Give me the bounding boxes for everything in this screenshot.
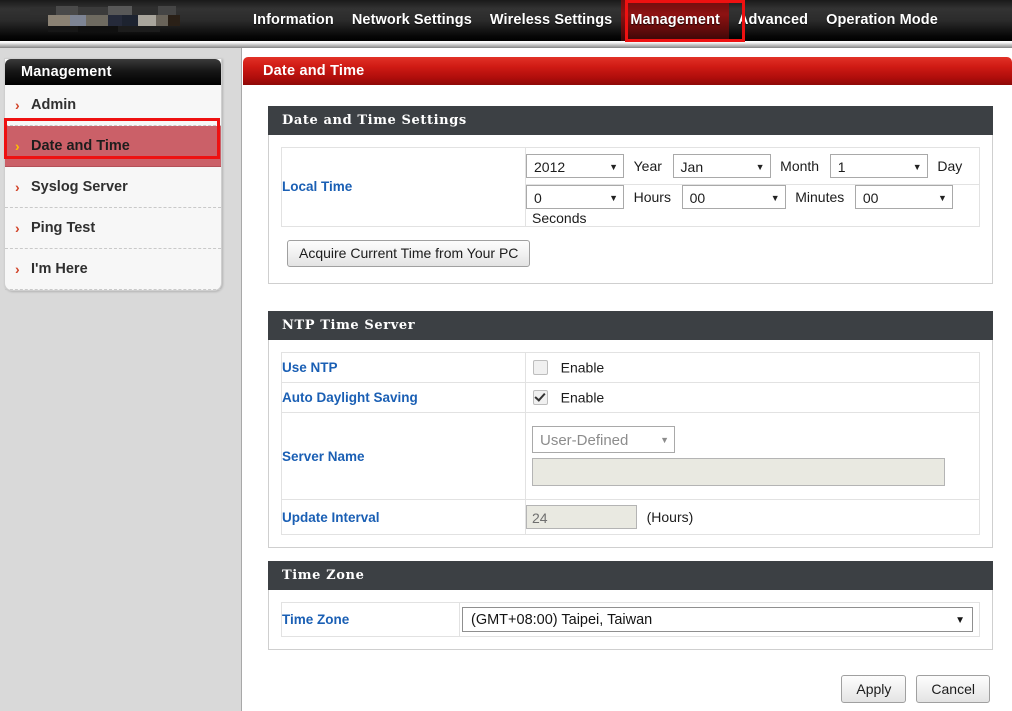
- auto-daylight-saving-checkbox[interactable]: [533, 390, 548, 406]
- sidebar-item-admin[interactable]: › Admin: [5, 85, 221, 126]
- panel-title: Date and Time Settings: [268, 106, 993, 135]
- table-row: Local Time 2012 ▼ Year Jan ▼ Month 1 ▼ D…: [281, 147, 980, 227]
- server-name-select[interactable]: User-Defined ▼: [532, 426, 675, 453]
- date-fields-cell: 2012 ▼ Year Jan ▼ Month 1 ▼ Day: [525, 147, 980, 185]
- caret-down-icon: ▼: [770, 193, 780, 203]
- nav-item-operation-mode[interactable]: Operation Mode: [817, 0, 947, 41]
- sidebar-item-im-here[interactable]: › I'm Here: [5, 249, 221, 290]
- panel-date-and-time-settings: Date and Time Settings Local Time 2012 ▼…: [268, 106, 993, 284]
- server-name-label: Server Name: [281, 412, 526, 500]
- timezone-cell: (GMT+08:00) Taipei, Taiwan ▼: [459, 602, 980, 637]
- nav-item-network-settings[interactable]: Network Settings: [343, 0, 481, 41]
- time-fields-cell: 0 ▼ Hours 00 ▼ Minutes 00 ▼ Seconds: [525, 184, 980, 227]
- table-row: Server Name User-Defined ▼: [281, 412, 980, 500]
- month-unit-label: Month: [780, 158, 820, 174]
- local-time-label: Local Time: [281, 147, 526, 227]
- caret-down-icon: ▼: [609, 162, 618, 172]
- year-unit-label: Year: [633, 158, 662, 174]
- server-name-cell: User-Defined ▼: [525, 412, 980, 500]
- chevron-right-icon: ›: [15, 220, 20, 236]
- main-content: Date and Time Date and Time Settings Loc…: [243, 48, 1012, 711]
- minutes-unit-label: Minutes: [795, 189, 845, 205]
- hours-select[interactable]: 0 ▼: [526, 185, 624, 209]
- top-navigation-bar: Information Network Settings Wireless Se…: [0, 0, 1012, 41]
- table-row: Time Zone (GMT+08:00) Taipei, Taiwan ▼: [281, 602, 980, 637]
- sidebar-item-ping-test[interactable]: › Ping Test: [5, 208, 221, 249]
- page-title: Date and Time: [243, 57, 1012, 85]
- caret-down-icon: ▼: [660, 435, 669, 445]
- panel-ntp-time-server: NTP Time Server Use NTP Enable Auto Dayl…: [268, 311, 993, 548]
- brand-logo-redacted: [30, 5, 180, 32]
- caret-down-icon: ▼: [609, 193, 618, 203]
- sidebar-column: Management › Admin › Date and Time › Sys…: [0, 48, 242, 711]
- use-ntp-checkbox[interactable]: [533, 360, 548, 376]
- sidebar-panel: Management › Admin › Date and Time › Sys…: [4, 58, 222, 291]
- caret-down-icon: ▼: [937, 193, 947, 203]
- update-interval-unit-label: (Hours): [646, 509, 694, 525]
- panel-title: Time Zone: [268, 561, 993, 590]
- sidebar-item-label: Ping Test: [31, 220, 96, 236]
- timezone-select[interactable]: (GMT+08:00) Taipei, Taiwan ▼: [462, 607, 973, 632]
- panel-time-zone: Time Zone Time Zone (GMT+08:00) Taipei, …: [268, 561, 993, 650]
- caret-down-icon: ▼: [955, 615, 965, 626]
- sidebar-item-syslog-server[interactable]: › Syslog Server: [5, 167, 221, 208]
- table-row: Auto Daylight Saving Enable: [281, 382, 980, 413]
- table-row: Use NTP Enable: [281, 352, 980, 383]
- auto-daylight-saving-cell: Enable: [525, 382, 980, 413]
- apply-button[interactable]: Apply: [841, 675, 907, 703]
- hours-unit-label: Hours: [633, 189, 671, 205]
- ntp-table: Use NTP Enable Auto Daylight Saving Enab…: [281, 352, 980, 535]
- local-time-table: Local Time 2012 ▼ Year Jan ▼ Month 1 ▼ D…: [281, 147, 980, 227]
- chevron-right-icon: ›: [15, 97, 20, 113]
- caret-down-icon: ▼: [912, 162, 922, 172]
- main-nav-items: Information Network Settings Wireless Se…: [244, 0, 947, 41]
- seconds-select[interactable]: 00 ▼: [854, 185, 953, 209]
- day-select[interactable]: 1 ▼: [829, 154, 928, 178]
- chevron-right-icon: ›: [15, 179, 20, 195]
- table-row: Update Interval 24 (Hours): [281, 499, 980, 535]
- panel-body: Time Zone (GMT+08:00) Taipei, Taiwan ▼: [268, 590, 993, 650]
- use-ntp-label: Use NTP: [281, 352, 526, 383]
- panel-title: NTP Time Server: [268, 311, 993, 340]
- sidebar-item-label: Syslog Server: [31, 179, 128, 195]
- cancel-button[interactable]: Cancel: [916, 675, 990, 703]
- nav-underline-divider: [0, 41, 1012, 48]
- server-name-input[interactable]: [532, 458, 945, 486]
- sidebar-item-label: Date and Time: [31, 138, 130, 154]
- update-interval-cell: 24 (Hours): [525, 499, 980, 535]
- timezone-table: Time Zone (GMT+08:00) Taipei, Taiwan ▼: [281, 602, 980, 637]
- update-interval-label: Update Interval: [281, 499, 526, 535]
- chevron-right-icon: ›: [15, 138, 20, 154]
- use-ntp-cell: Enable: [525, 352, 980, 383]
- chevron-right-icon: ›: [15, 261, 20, 277]
- sidebar-item-label: I'm Here: [31, 261, 88, 277]
- nav-item-advanced[interactable]: Advanced: [729, 0, 817, 41]
- acquire-time-button[interactable]: Acquire Current Time from Your PC: [287, 239, 531, 267]
- auto-daylight-saving-label: Auto Daylight Saving: [281, 382, 526, 413]
- caret-down-icon: ▼: [755, 162, 765, 172]
- sidebar-item-label: Admin: [31, 97, 77, 113]
- panel-body: Local Time 2012 ▼ Year Jan ▼ Month 1 ▼ D…: [268, 135, 993, 284]
- nav-item-wireless-settings[interactable]: Wireless Settings: [481, 0, 621, 41]
- panel-body: Use NTP Enable Auto Daylight Saving Enab…: [268, 340, 993, 548]
- month-select[interactable]: Jan ▼: [672, 154, 771, 178]
- day-unit-label: Day: [937, 158, 963, 174]
- timezone-label: Time Zone: [281, 602, 460, 637]
- year-select[interactable]: 2012 ▼: [526, 154, 624, 178]
- minutes-select[interactable]: 00 ▼: [681, 185, 786, 209]
- seconds-unit-label: Seconds: [532, 209, 587, 226]
- sidebar-item-date-and-time[interactable]: › Date and Time: [5, 126, 221, 167]
- nav-item-management[interactable]: Management: [621, 0, 729, 41]
- form-action-buttons: Apply Cancel: [841, 675, 990, 703]
- use-ntp-enable-label: Enable: [560, 359, 605, 376]
- update-interval-input[interactable]: 24: [526, 505, 637, 529]
- nav-item-information[interactable]: Information: [244, 0, 343, 41]
- auto-daylight-saving-enable-label: Enable: [560, 389, 605, 406]
- sidebar-title: Management: [5, 59, 221, 85]
